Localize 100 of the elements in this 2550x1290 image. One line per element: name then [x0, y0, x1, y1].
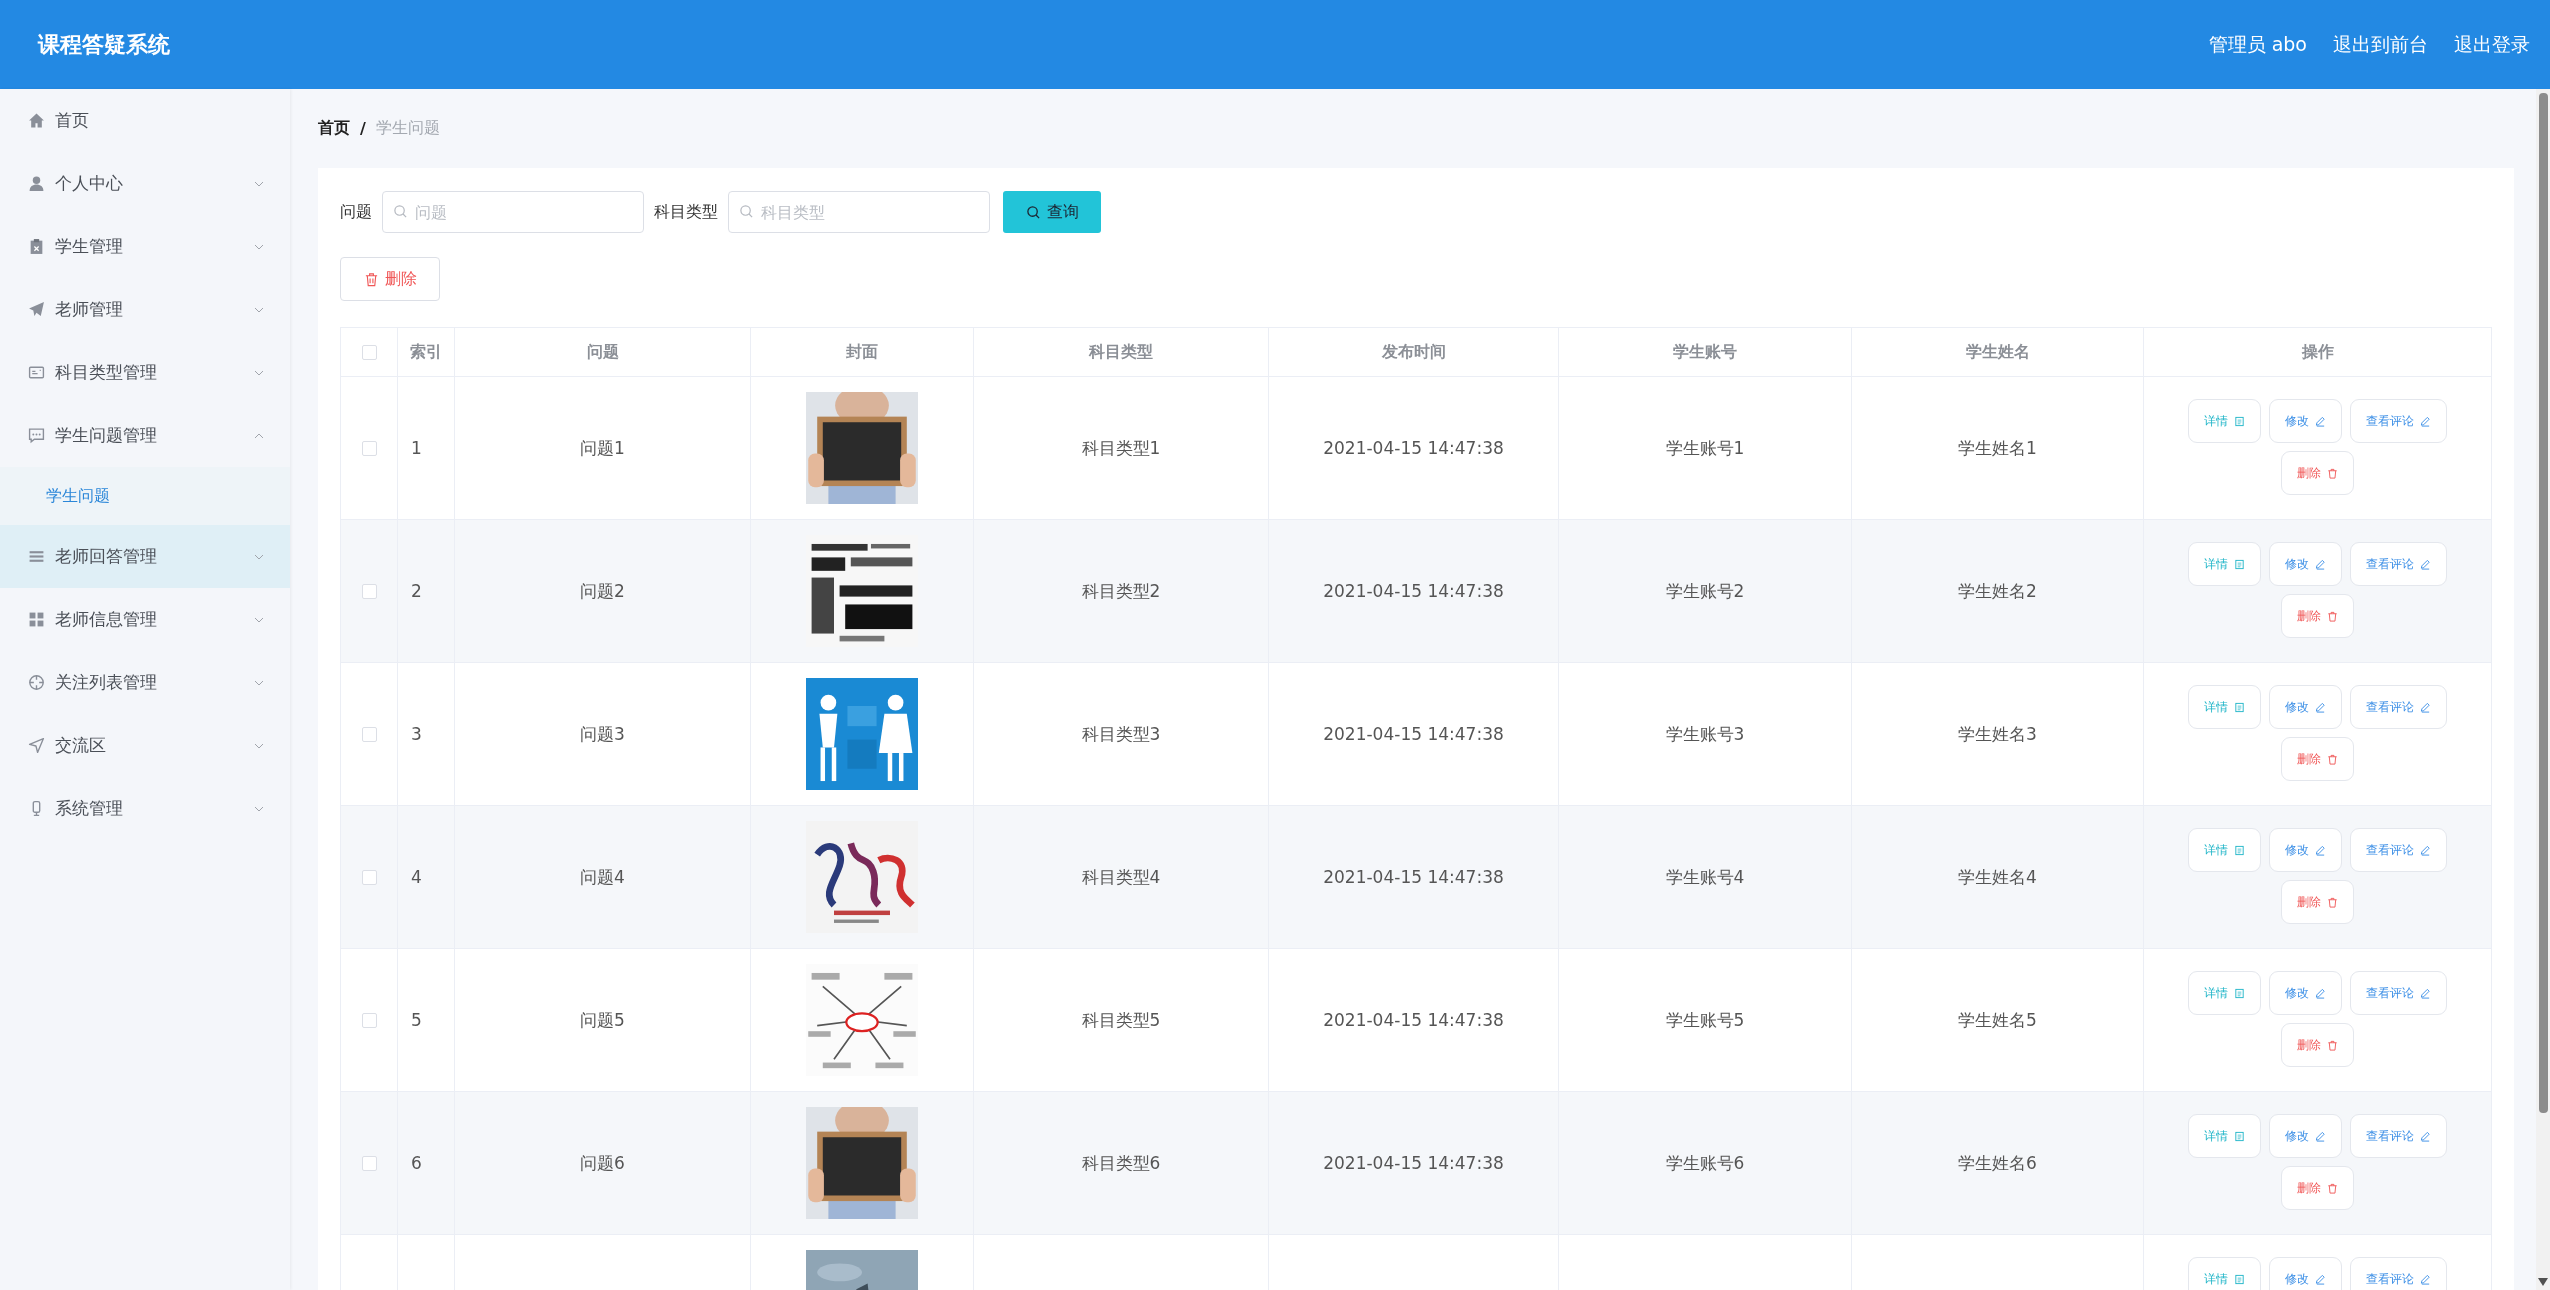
comments-button[interactable]: 查看评论	[2350, 1257, 2447, 1290]
edit-button[interactable]: 修改	[2269, 1114, 2342, 1158]
row-checkbox[interactable]	[361, 726, 377, 742]
delete-button[interactable]: 删除	[2281, 1023, 2354, 1067]
trash-icon	[363, 271, 379, 287]
scroll-down-icon[interactable]	[2538, 1278, 2548, 1286]
details-button[interactable]: 详情	[2188, 399, 2261, 443]
table-cell: 学生姓名6	[1958, 1151, 2037, 1175]
column-header: 封面	[846, 341, 878, 363]
edit-button[interactable]: 修改	[2269, 542, 2342, 586]
table-cell: 学生账号1	[1665, 436, 1745, 460]
row-checkbox[interactable]	[361, 1012, 377, 1028]
pencil-icon	[2420, 558, 2431, 570]
trash-icon	[2327, 753, 2338, 765]
pencil-icon	[2315, 701, 2326, 713]
edit-button[interactable]: 修改	[2269, 685, 2342, 729]
breadcrumb-separator: /	[360, 119, 366, 138]
table-cell: 2021-04-15 14:47:38	[1323, 1010, 1504, 1030]
sidebar-item[interactable]: 交流区	[0, 714, 290, 777]
table-cell: 问题1	[580, 436, 625, 460]
delete-button[interactable]: 删除	[2281, 1166, 2354, 1210]
pencil-icon	[2420, 987, 2431, 999]
column-header: 操作	[2301, 341, 2334, 363]
header-link[interactable]: 退出登录	[2454, 31, 2530, 58]
comments-button[interactable]: 查看评论	[2350, 828, 2447, 872]
header-link[interactable]: 退出到前台	[2333, 31, 2428, 58]
table-cell: 学生账号2	[1665, 579, 1745, 603]
table-cell: 2021-04-15 14:47:38	[1323, 581, 1504, 601]
table-cell: 问题4	[580, 865, 625, 889]
sidebar-item[interactable]: 老师管理	[0, 278, 290, 341]
delete-button[interactable]: 删除	[2281, 451, 2354, 495]
pencil-icon	[2315, 844, 2326, 856]
search-field[interactable]: 科目类型	[728, 191, 990, 233]
details-button[interactable]: 详情	[2188, 1114, 2261, 1158]
sidebar-item[interactable]: 系统管理	[0, 777, 290, 840]
column-header: 问题	[586, 341, 619, 363]
delete-button[interactable]: 删除	[2281, 880, 2354, 924]
row-index: 1	[411, 438, 422, 458]
edit-button[interactable]: 修改	[2269, 399, 2342, 443]
details-button[interactable]: 详情	[2188, 542, 2261, 586]
sidebar-item[interactable]: 关注列表管理	[0, 651, 290, 714]
column-header: 学生账号	[1673, 341, 1737, 363]
sidebar-item[interactable]: 科目类型管理	[0, 341, 290, 404]
grid-icon	[28, 611, 45, 628]
trash-icon	[2327, 467, 2338, 479]
search-field[interactable]: 问题	[382, 191, 644, 233]
field-label: 问题	[340, 201, 372, 223]
row-index: 3	[411, 724, 422, 744]
sidebar-item[interactable]: 个人中心	[0, 152, 290, 215]
trash-icon	[2327, 610, 2338, 622]
paper-plane-icon	[28, 301, 45, 318]
table-cell: 学生姓名1	[1958, 436, 2037, 460]
navigation-icon	[28, 737, 45, 754]
comments-button[interactable]: 查看评论	[2350, 971, 2447, 1015]
document-icon	[2234, 987, 2245, 999]
table-cell: 学生姓名4	[1958, 865, 2037, 889]
document-icon	[2234, 844, 2245, 856]
row-index: 5	[411, 1010, 422, 1030]
details-button[interactable]: 详情	[2188, 1257, 2261, 1290]
row-checkbox[interactable]	[361, 583, 377, 599]
edit-button[interactable]: 修改	[2269, 1257, 2342, 1290]
delete-button[interactable]: 删除	[2281, 737, 2354, 781]
comments-button[interactable]: 查看评论	[2350, 399, 2447, 443]
table-cell: 问题3	[580, 722, 625, 746]
sidebar-item[interactable]: 学生问题管理	[0, 404, 290, 467]
document-icon	[2234, 1273, 2245, 1285]
scrollbar[interactable]	[2536, 89, 2550, 1290]
edit-button[interactable]: 修改	[2269, 971, 2342, 1015]
crosshair-icon	[28, 674, 45, 691]
search-button[interactable]: 查询	[1003, 191, 1101, 233]
details-button[interactable]: 详情	[2188, 971, 2261, 1015]
breadcrumb-item: 学生问题	[375, 118, 440, 139]
table-cell: 科目类型1	[1081, 436, 1161, 460]
row-checkbox[interactable]	[361, 1155, 377, 1171]
pencil-icon	[2420, 701, 2431, 713]
details-button[interactable]: 详情	[2188, 685, 2261, 729]
pencil-icon	[2315, 1130, 2326, 1142]
sidebar-item[interactable]: 老师信息管理	[0, 588, 290, 651]
scrollbar-thumb[interactable]	[2538, 93, 2548, 1113]
document-icon	[2234, 1130, 2245, 1142]
pencil-icon	[2420, 1273, 2431, 1285]
details-button[interactable]: 详情	[2188, 828, 2261, 872]
sidebar-subitem[interactable]: 学生问题	[0, 467, 290, 525]
sidebar-item[interactable]: 老师回答管理	[0, 525, 290, 588]
select-all-checkbox[interactable]	[361, 344, 377, 360]
comments-button[interactable]: 查看评论	[2350, 685, 2447, 729]
column-header: 发布时间	[1381, 341, 1446, 363]
comments-button[interactable]: 查看评论	[2350, 1114, 2447, 1158]
delete-button[interactable]: 删除	[2281, 594, 2354, 638]
chat-icon	[28, 427, 45, 444]
comments-button[interactable]: 查看评论	[2350, 542, 2447, 586]
header-link[interactable]: 管理员 abo	[2208, 31, 2307, 58]
row-checkbox[interactable]	[361, 440, 377, 456]
edit-button[interactable]: 修改	[2269, 828, 2342, 872]
delete-button[interactable]: 删除	[340, 257, 440, 301]
field-label: 科目类型	[654, 201, 718, 223]
sidebar-item[interactable]: 首页	[0, 89, 290, 152]
breadcrumb-item[interactable]: 首页	[318, 118, 350, 139]
row-checkbox[interactable]	[361, 869, 377, 885]
sidebar-item[interactable]: 学生管理	[0, 215, 290, 278]
